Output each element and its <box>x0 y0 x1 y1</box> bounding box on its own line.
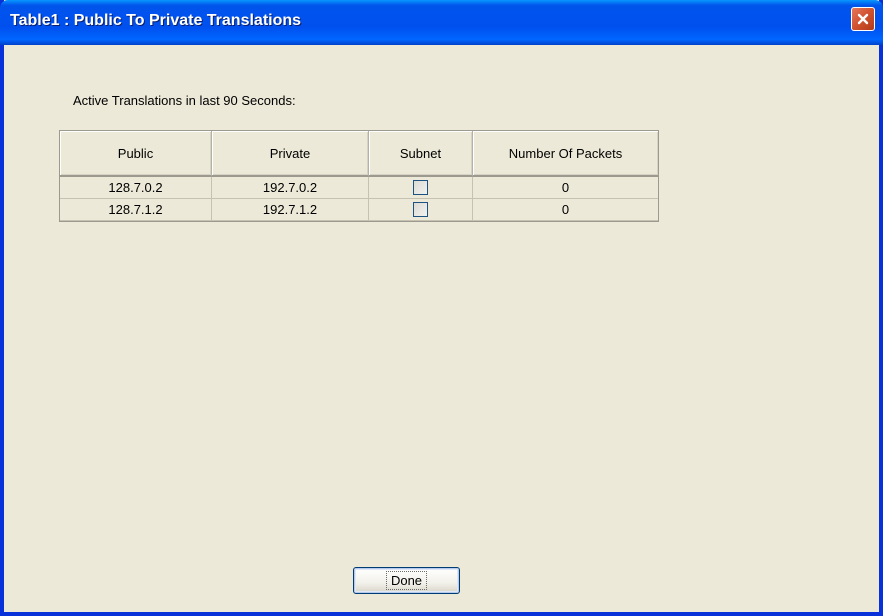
column-header-packets[interactable]: Number Of Packets <box>473 131 658 177</box>
done-button[interactable]: Done <box>353 567 460 594</box>
cell-public: 128.7.0.2 <box>60 177 212 199</box>
caption-label: Active Translations in last 90 Seconds: <box>73 93 296 108</box>
cell-public: 128.7.1.2 <box>60 199 212 221</box>
cell-private: 192.7.1.2 <box>212 199 369 221</box>
close-button[interactable] <box>851 7 875 31</box>
column-header-public[interactable]: Public <box>60 131 212 177</box>
cell-subnet <box>369 199 473 221</box>
window-title: Table1 : Public To Private Translations <box>10 12 302 29</box>
table-row[interactable]: 128.7.1.2 192.7.1.2 0 <box>60 199 658 221</box>
subnet-checkbox[interactable] <box>413 180 428 195</box>
cell-packets: 0 <box>473 177 658 199</box>
translations-table: Public Private Subnet Number Of Packets … <box>59 130 659 222</box>
table-row[interactable]: 128.7.0.2 192.7.0.2 0 <box>60 177 658 199</box>
title-bar[interactable]: Table1 : Public To Private Translations <box>0 0 883 45</box>
cell-private: 192.7.0.2 <box>212 177 369 199</box>
table-header: Public Private Subnet Number Of Packets <box>60 131 658 177</box>
subnet-checkbox[interactable] <box>413 202 428 217</box>
column-header-subnet[interactable]: Subnet <box>369 131 473 177</box>
column-header-private[interactable]: Private <box>212 131 369 177</box>
done-button-label: Done <box>385 571 428 590</box>
cell-subnet <box>369 177 473 199</box>
close-icon <box>857 13 869 25</box>
dialog-window: Table1 : Public To Private Translations … <box>0 0 883 616</box>
cell-packets: 0 <box>473 199 658 221</box>
